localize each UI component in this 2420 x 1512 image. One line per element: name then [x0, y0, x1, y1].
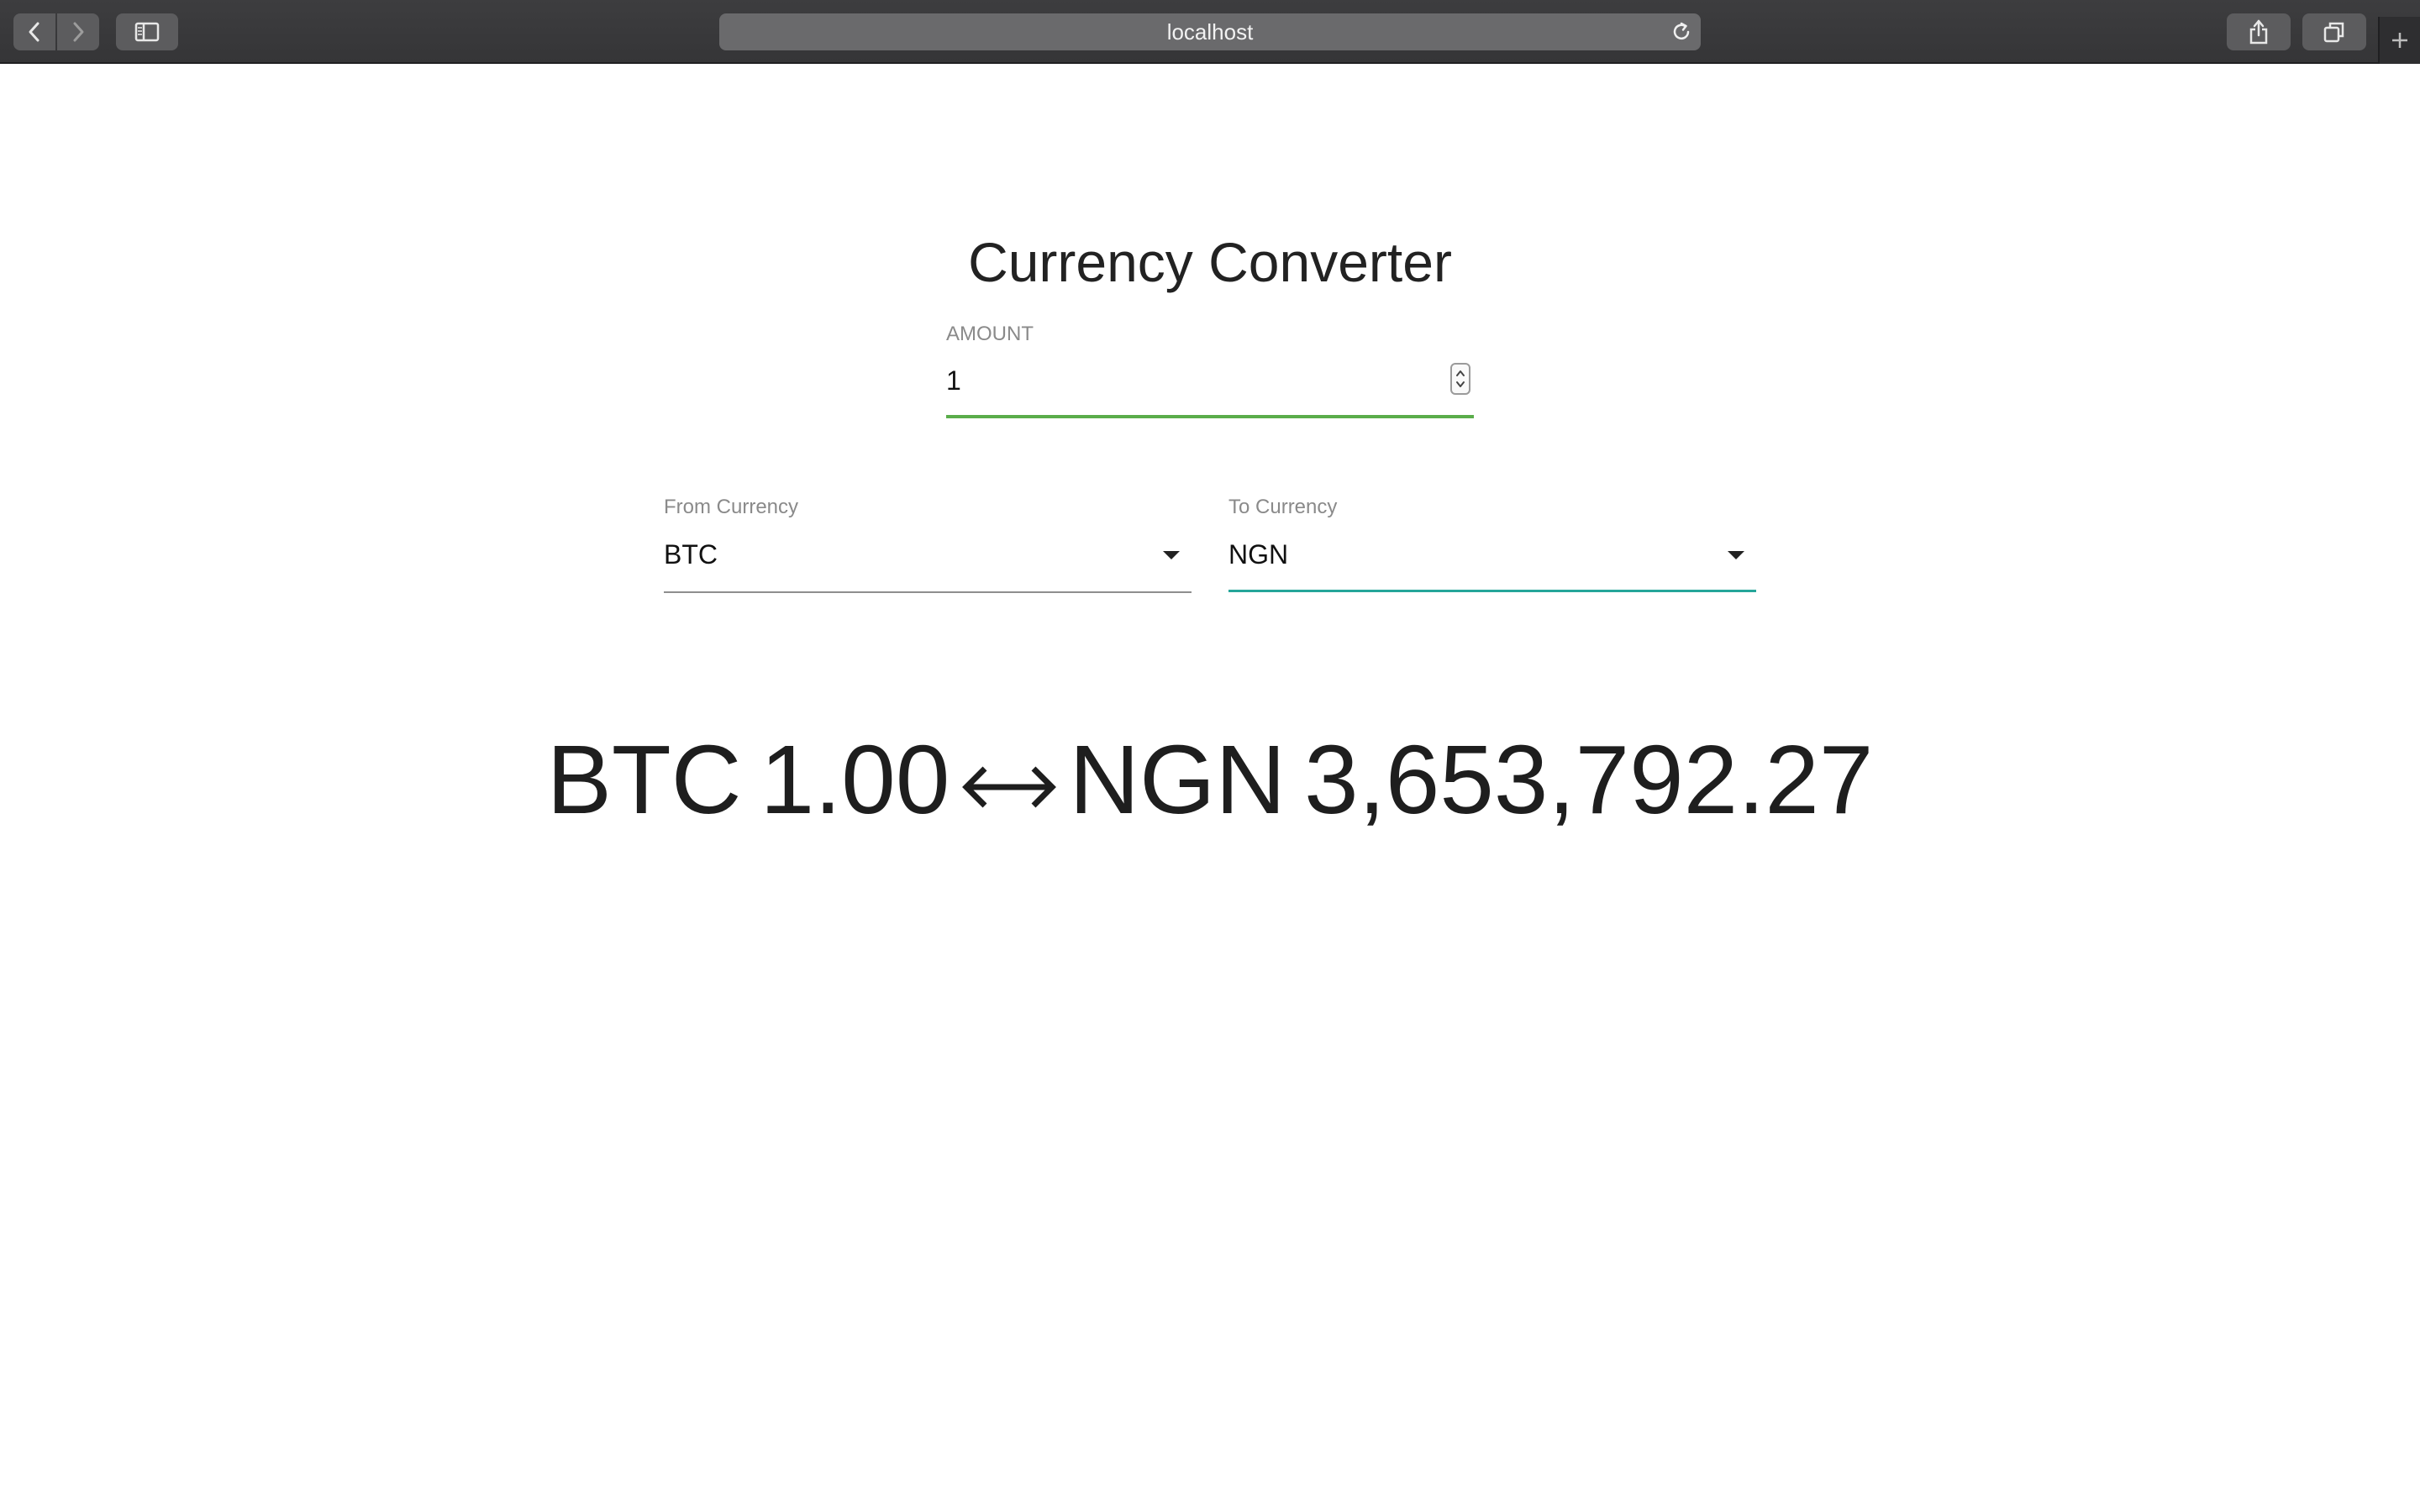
- tabs-overview-icon: [2323, 22, 2344, 43]
- browser-toolbar: localhost: [0, 0, 2420, 64]
- result-to-amount: 3,653,792.27: [1304, 725, 1874, 834]
- from-currency-label: From Currency: [664, 496, 799, 518]
- to-currency-label: To Currency: [1228, 496, 1338, 518]
- stepper-arrows-icon: [1456, 370, 1465, 387]
- amount-label: AMOUNT: [946, 323, 1034, 345]
- chevron-left-icon: [29, 22, 39, 42]
- share-button[interactable]: [2227, 13, 2291, 50]
- swap-arrows-icon: [962, 766, 1057, 808]
- page-title: Currency Converter: [968, 231, 1452, 293]
- result-to-code: NGN: [1069, 725, 1286, 834]
- share-icon: [2249, 19, 2268, 45]
- sidebar-icon: [134, 22, 160, 42]
- amount-stepper[interactable]: [1450, 363, 1470, 395]
- from-currency-underline: [664, 591, 1192, 593]
- amount-input[interactable]: [946, 360, 1450, 402]
- address-url: localhost: [1166, 19, 1254, 45]
- chevron-right-icon: [73, 22, 84, 42]
- sidebar-button[interactable]: [116, 13, 178, 50]
- result-from-amount: 1.00: [760, 725, 950, 834]
- amount-underline: [946, 415, 1474, 418]
- reload-icon[interactable]: [1670, 21, 1692, 43]
- to-currency-underline: [1228, 590, 1756, 592]
- dropdown-arrow-icon[interactable]: [1726, 549, 1746, 561]
- address-bar[interactable]: localhost: [719, 13, 1701, 50]
- back-button[interactable]: [13, 13, 55, 50]
- result-from-code: BTC: [546, 725, 742, 834]
- plus-icon: [2392, 33, 2407, 48]
- tabs-overview-button[interactable]: [2302, 13, 2366, 50]
- from-currency-select[interactable]: BTC: [664, 539, 718, 570]
- dropdown-arrow-icon[interactable]: [1161, 549, 1181, 561]
- new-tab-button[interactable]: [2378, 17, 2420, 64]
- conversion-result: BTC 1.00 NGN 3,653,792.27: [0, 721, 2420, 838]
- forward-button[interactable]: [57, 13, 99, 50]
- to-currency-select[interactable]: NGN: [1228, 539, 1288, 570]
